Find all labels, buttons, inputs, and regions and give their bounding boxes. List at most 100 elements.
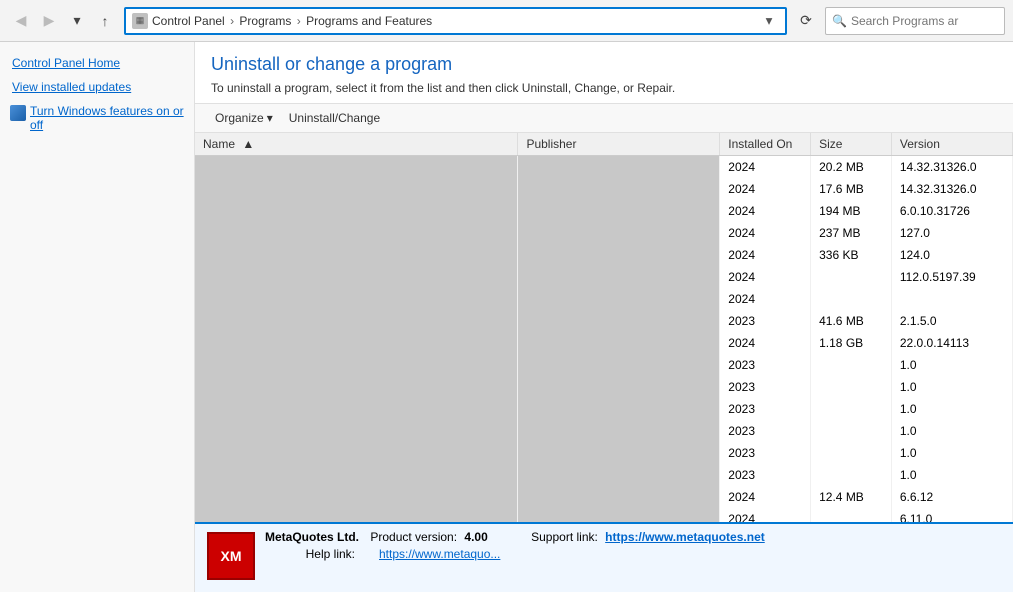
cell-installed: 2023	[720, 420, 811, 442]
cell-installed: 2024	[720, 244, 811, 266]
program-details: MetaQuotes Ltd. Product version: 4.00 Su…	[265, 530, 1001, 563]
organize-button[interactable]: Organize ▾	[211, 109, 277, 127]
sidebar-item-control-panel-home[interactable]: Control Panel Home	[0, 52, 194, 74]
cell-publisher	[518, 200, 720, 222]
uninstall-change-button[interactable]: Uninstall/Change	[285, 109, 384, 127]
cell-publisher	[518, 354, 720, 376]
table-row[interactable]: 20231.0	[195, 398, 1013, 420]
cell-version: 6.11.0	[891, 508, 1012, 523]
cell-installed: 2024	[720, 486, 811, 508]
refresh-button[interactable]: ⟳	[793, 8, 819, 34]
search-input[interactable]	[851, 14, 998, 28]
cell-version: 6.0.10.31726	[891, 200, 1012, 222]
title-bar: ◀ ▶ ▾ ↑ ▦ Control Panel › Programs › Pro…	[0, 0, 1013, 42]
cell-size: 336 KB	[811, 244, 892, 266]
cell-version: 6.6.12	[891, 486, 1012, 508]
table-row[interactable]: 20231.0	[195, 464, 1013, 486]
dropdown-button[interactable]: ▾	[64, 8, 90, 34]
col-header-installed[interactable]: Installed On	[720, 133, 811, 156]
table-row[interactable]: 20231.0	[195, 420, 1013, 442]
cell-installed: 2023	[720, 442, 811, 464]
address-dropdown-button[interactable]: ▾	[759, 11, 779, 31]
cell-installed: 2024	[720, 266, 811, 288]
col-header-size[interactable]: Size	[811, 133, 892, 156]
table-row[interactable]: 202341.6 MB2.1.5.0	[195, 310, 1013, 332]
col-header-name[interactable]: Name ▲	[195, 133, 518, 156]
cell-publisher	[518, 442, 720, 464]
cell-version: 2.1.5.0	[891, 310, 1012, 332]
organize-label: Organize	[215, 111, 264, 125]
bottom-panel: XM MetaQuotes Ltd. Product version: 4.00…	[195, 522, 1013, 592]
table-row[interactable]: 2024194 MB6.0.10.31726	[195, 200, 1013, 222]
cell-installed: 2024	[720, 200, 811, 222]
cell-size	[811, 398, 892, 420]
breadcrumb-part3: Programs and Features	[306, 14, 432, 28]
cell-name	[195, 354, 518, 376]
table-row[interactable]: 2024 112.0.5197.39	[195, 266, 1013, 288]
main-layout: Control Panel Home View installed update…	[0, 42, 1013, 592]
address-icon: ▦	[132, 13, 148, 29]
cell-publisher	[518, 398, 720, 420]
cell-version: 127.0	[891, 222, 1012, 244]
cell-name	[195, 222, 518, 244]
table-row[interactable]: 202417.6 MB14.32.31326.0	[195, 178, 1013, 200]
table-row[interactable]: 20231.0	[195, 354, 1013, 376]
cell-version: 22.0.0.14113	[891, 332, 1012, 354]
programs-table-body: 202420.2 MB14.32.31326.0202417.6 MB14.32…	[195, 156, 1013, 523]
breadcrumb-part1: Control Panel	[152, 14, 225, 28]
support-link-label: Support link:	[531, 530, 598, 544]
col-header-publisher[interactable]: Publisher	[518, 133, 720, 156]
table-row[interactable]: 2024237 MB127.0	[195, 222, 1013, 244]
help-link[interactable]: https://www.metaquo...	[379, 547, 500, 561]
forward-button[interactable]: ▶	[36, 8, 62, 34]
cell-installed: 2024	[720, 332, 811, 354]
table-row[interactable]: 20241.18 GB22.0.0.14113	[195, 332, 1013, 354]
sidebar-item-view-updates[interactable]: View installed updates	[0, 76, 194, 98]
cell-publisher	[518, 420, 720, 442]
cell-size	[811, 354, 892, 376]
col-header-version[interactable]: Version	[891, 133, 1012, 156]
table-row[interactable]: 20231.0	[195, 376, 1013, 398]
search-bar[interactable]: 🔍	[825, 7, 1005, 35]
sidebar-item-windows-features[interactable]: Turn Windows features on or off	[0, 100, 194, 136]
toolbar: Organize ▾ Uninstall/Change	[195, 103, 1013, 133]
address-bar[interactable]: ▦ Control Panel › Programs › Programs an…	[124, 7, 787, 35]
content-area: Uninstall or change a program To uninsta…	[195, 42, 1013, 592]
cell-name	[195, 178, 518, 200]
cell-name	[195, 310, 518, 332]
cell-name	[195, 508, 518, 523]
nav-buttons: ◀ ▶ ▾ ↑	[8, 8, 118, 34]
table-row[interactable]: 2024	[195, 288, 1013, 310]
cell-name	[195, 398, 518, 420]
cell-version: 124.0	[891, 244, 1012, 266]
cell-version: 1.0	[891, 354, 1012, 376]
cell-version: 112.0.5197.39	[891, 266, 1012, 288]
support-link[interactable]: https://www.metaquotes.net	[605, 530, 765, 544]
cell-publisher	[518, 156, 720, 178]
cell-size: 20.2 MB	[811, 156, 892, 178]
cell-name	[195, 486, 518, 508]
cell-publisher	[518, 244, 720, 266]
back-button[interactable]: ◀	[8, 8, 34, 34]
cell-name	[195, 376, 518, 398]
cell-publisher	[518, 332, 720, 354]
page-title: Uninstall or change a program	[211, 54, 997, 75]
uninstall-label: Uninstall/Change	[289, 111, 380, 125]
cell-installed: 2024	[720, 508, 811, 523]
table-row[interactable]: 2024336 KB124.0	[195, 244, 1013, 266]
cell-version	[891, 288, 1012, 310]
sidebar-item-windows-features-label: Turn Windows features on or off	[30, 104, 184, 132]
table-row[interactable]: 202412.4 MB6.6.12	[195, 486, 1013, 508]
table-row[interactable]: 20231.0	[195, 442, 1013, 464]
cell-version: 14.32.31326.0	[891, 178, 1012, 200]
table-row[interactable]: 202420.2 MB14.32.31326.0	[195, 156, 1013, 178]
table-row[interactable]: 2024 6.11.0	[195, 508, 1013, 523]
cell-size	[811, 464, 892, 486]
cell-publisher	[518, 486, 720, 508]
help-link-label: Help link:	[265, 547, 355, 561]
breadcrumb-sep1: ›	[230, 14, 237, 28]
cell-publisher	[518, 222, 720, 244]
up-button[interactable]: ↑	[92, 8, 118, 34]
cell-size	[811, 442, 892, 464]
cell-version: 1.0	[891, 398, 1012, 420]
